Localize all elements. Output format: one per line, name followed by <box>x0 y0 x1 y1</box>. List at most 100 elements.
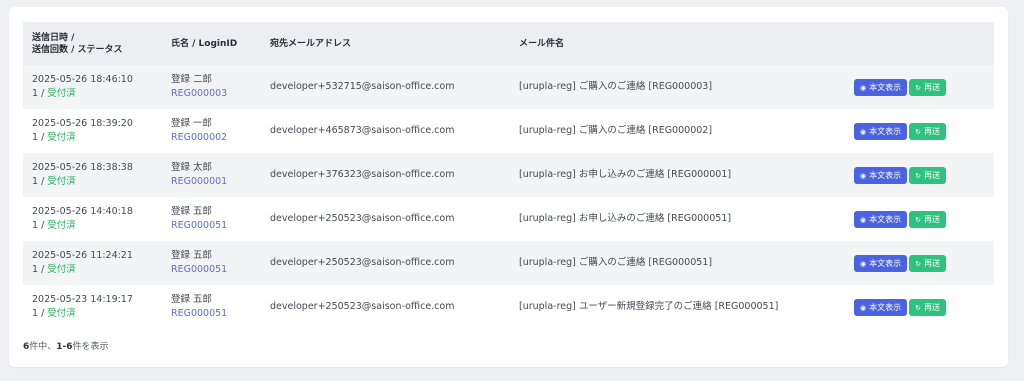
login-id-link[interactable]: REG000001 <box>171 175 261 189</box>
resend-label: 再送 <box>923 258 940 268</box>
cell-email: developer+376323@saison-office.com <box>270 169 455 180</box>
view-body-label: 本文表示 <box>869 170 902 180</box>
cell-actions: ◉ 本文表示 ↻ 再送 <box>845 65 994 109</box>
email-log-card: 送信日時 / 送信回数 / ステータス 氏名 / LoginID 宛先メールアド… <box>9 7 1008 367</box>
cell-actions: ◉ 本文表示 ↻ 再送 <box>845 241 994 285</box>
send-count-status: 1 / 受付済 <box>32 175 162 189</box>
cell-email: developer+250523@saison-office.com <box>270 257 455 268</box>
user-name: 登録 太郎 <box>171 162 213 173</box>
login-id-link[interactable]: REG000051 <box>171 307 261 321</box>
user-name: 登録 五郎 <box>171 294 213 305</box>
total-suffix: 件中、 <box>29 342 57 352</box>
cell-email: developer+250523@saison-office.com <box>270 301 455 312</box>
login-id-link[interactable]: REG000003 <box>171 87 261 101</box>
send-count-status: 1 / 受付済 <box>32 219 162 233</box>
resend-button[interactable]: ↻ 再送 <box>909 254 946 272</box>
cell-email: developer+532715@saison-office.com <box>270 81 455 92</box>
user-name: 登録 五郎 <box>171 206 213 217</box>
sent-datetime: 2025-05-26 14:40:18 <box>32 206 133 217</box>
header-subject: メール件名 <box>519 38 565 49</box>
eye-icon: ◉ <box>860 83 867 92</box>
status-text: 受付済 <box>47 220 76 231</box>
refresh-icon: ↻ <box>915 171 921 180</box>
sent-datetime: 2025-05-23 14:19:17 <box>32 294 133 305</box>
login-id-link[interactable]: REG000051 <box>171 263 261 277</box>
resend-button[interactable]: ↻ 再送 <box>909 166 946 184</box>
header-name: 氏名 / LoginID <box>171 38 238 49</box>
cell-subject: [urupla-reg] お申し込みのご連絡 [REG000001] <box>519 169 732 180</box>
cell-subject: [urupla-reg] お申し込みのご連絡 [REG000051] <box>519 213 732 224</box>
cell-subject: [urupla-reg] ご購入のご連絡 [REG000003] <box>519 81 713 92</box>
eye-icon: ◉ <box>860 171 867 180</box>
resend-button[interactable]: ↻ 再送 <box>909 122 946 140</box>
sent-datetime: 2025-05-26 18:39:20 <box>32 118 133 129</box>
cell-datetime: 2025-05-26 18:46:10 1 / 受付済 <box>23 65 162 109</box>
sent-datetime: 2025-05-26 11:24:21 <box>32 250 133 261</box>
send-count-status: 1 / 受付済 <box>32 131 162 145</box>
login-id-link[interactable]: REG000002 <box>171 131 261 145</box>
sent-datetime: 2025-05-26 18:46:10 <box>32 74 133 85</box>
view-body-label: 本文表示 <box>869 126 902 136</box>
send-count: 1 / <box>32 220 48 231</box>
cell-name: 登録 五郎 REG000051 <box>162 285 261 329</box>
send-count: 1 / <box>32 132 48 143</box>
cell-datetime: 2025-05-23 14:19:17 1 / 受付済 <box>23 285 162 329</box>
table-header: 送信日時 / 送信回数 / ステータス 氏名 / LoginID 宛先メールアド… <box>23 22 994 65</box>
send-count-status: 1 / 受付済 <box>32 87 162 101</box>
resend-button[interactable]: ↻ 再送 <box>909 78 946 96</box>
table-row: 2025-05-26 18:39:20 1 / 受付済 登録 一郎 REG000… <box>23 109 994 153</box>
view-body-button[interactable]: ◉ 本文表示 <box>854 254 908 272</box>
cell-email: developer+250523@saison-office.com <box>270 213 455 224</box>
cell-datetime: 2025-05-26 18:39:20 1 / 受付済 <box>23 109 162 153</box>
cell-actions: ◉ 本文表示 ↻ 再送 <box>845 153 994 197</box>
header-datetime-line1: 送信日時 / <box>32 32 75 43</box>
view-body-button[interactable]: ◉ 本文表示 <box>854 78 908 96</box>
resend-button[interactable]: ↻ 再送 <box>909 210 946 228</box>
view-body-button[interactable]: ◉ 本文表示 <box>854 166 908 184</box>
eye-icon: ◉ <box>860 303 867 312</box>
header-email: 宛先メールアドレス <box>270 38 352 49</box>
refresh-icon: ↻ <box>915 259 921 268</box>
status-text: 受付済 <box>47 88 76 99</box>
table-row: 2025-05-26 18:38:38 1 / 受付済 登録 太郎 REG000… <box>23 153 994 197</box>
eye-icon: ◉ <box>860 259 867 268</box>
email-log-table: 送信日時 / 送信回数 / ステータス 氏名 / LoginID 宛先メールアド… <box>23 22 994 329</box>
status-text: 受付済 <box>47 308 76 319</box>
view-body-button[interactable]: ◉ 本文表示 <box>854 122 908 140</box>
user-name: 登録 一郎 <box>171 118 213 129</box>
header-actions <box>845 22 994 65</box>
login-id-link[interactable]: REG000051 <box>171 219 261 233</box>
cell-email: developer+465873@saison-office.com <box>270 125 455 136</box>
resend-label: 再送 <box>923 82 940 92</box>
cell-subject: [urupla-reg] ユーザー新規登録完了のご連絡 [REG000051] <box>519 301 779 312</box>
resend-label: 再送 <box>923 214 940 224</box>
resend-label: 再送 <box>923 126 940 136</box>
cell-actions: ◉ 本文表示 ↻ 再送 <box>845 197 994 241</box>
resend-button[interactable]: ↻ 再送 <box>909 298 946 316</box>
cell-name: 登録 太郎 REG000001 <box>162 153 261 197</box>
view-body-label: 本文表示 <box>869 82 902 92</box>
header-datetime-line2: 送信回数 / ステータス <box>32 44 123 55</box>
table-row: 2025-05-26 11:24:21 1 / 受付済 登録 五郎 REG000… <box>23 241 994 285</box>
eye-icon: ◉ <box>860 127 867 136</box>
send-count-status: 1 / 受付済 <box>32 307 162 321</box>
cell-name: 登録 五郎 REG000051 <box>162 241 261 285</box>
status-text: 受付済 <box>47 264 76 275</box>
cell-name: 登録 一郎 REG000002 <box>162 109 261 153</box>
send-count-status: 1 / 受付済 <box>32 263 162 277</box>
view-body-button[interactable]: ◉ 本文表示 <box>854 298 908 316</box>
cell-datetime: 2025-05-26 11:24:21 1 / 受付済 <box>23 241 162 285</box>
user-name: 登録 二郎 <box>171 74 213 85</box>
view-body-button[interactable]: ◉ 本文表示 <box>854 210 908 228</box>
cell-datetime: 2025-05-26 18:38:38 1 / 受付済 <box>23 153 162 197</box>
table-row: 2025-05-26 14:40:18 1 / 受付済 登録 五郎 REG000… <box>23 197 994 241</box>
refresh-icon: ↻ <box>915 83 921 92</box>
cell-name: 登録 二郎 REG000003 <box>162 65 261 109</box>
resend-label: 再送 <box>923 302 940 312</box>
view-body-label: 本文表示 <box>869 258 902 268</box>
view-body-label: 本文表示 <box>869 302 902 312</box>
status-text: 受付済 <box>47 132 76 143</box>
header-datetime: 送信日時 / 送信回数 / ステータス <box>23 22 162 65</box>
view-body-label: 本文表示 <box>869 214 902 224</box>
sent-datetime: 2025-05-26 18:38:38 <box>32 162 133 173</box>
